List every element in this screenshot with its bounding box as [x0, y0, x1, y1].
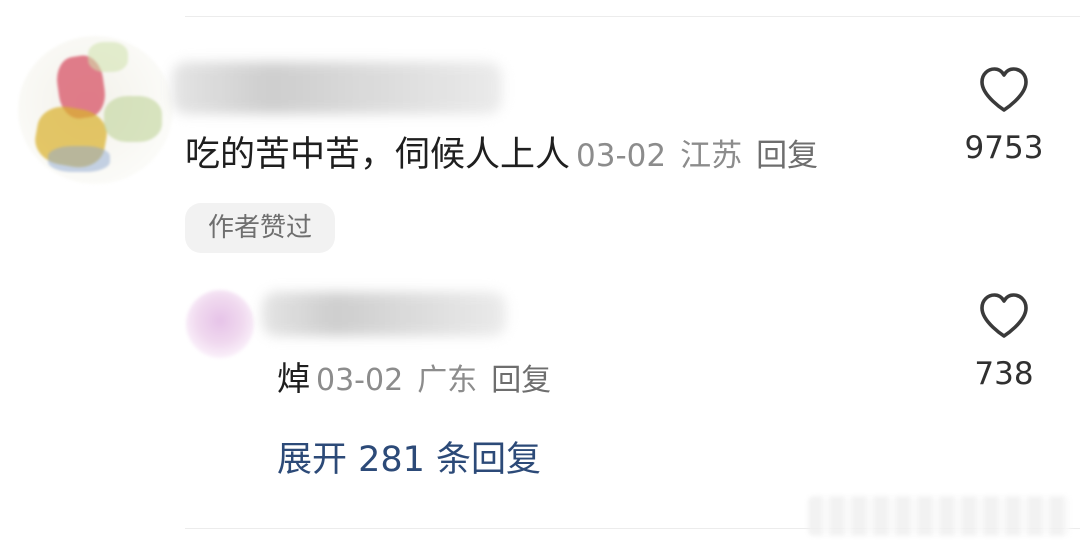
replier-avatar[interactable] [186, 290, 254, 358]
reply-text: 焯 [277, 359, 310, 398]
comment-body[interactable]: 吃的苦中苦，伺候人上人 03-02 江苏 回复 [185, 132, 832, 179]
comment-text: 吃的苦中苦，伺候人上人 [185, 135, 571, 175]
reply-like-count: 738 [974, 356, 1034, 392]
reply-like-button[interactable]: 738 [944, 292, 1064, 394]
reply-meta: 03-02 广东 回复 [316, 363, 565, 398]
comment-date: 03-02 [576, 138, 667, 174]
comment-like-count: 9753 [964, 130, 1044, 166]
commenter-avatar[interactable] [18, 36, 173, 184]
reply-date: 03-02 [316, 363, 404, 398]
replier-name-blurred[interactable] [262, 292, 506, 336]
reply-body[interactable]: 焯 03-02 广东 回复 [277, 356, 565, 404]
top-divider [185, 16, 1080, 17]
comment-location: 江苏 [680, 138, 743, 174]
author-liked-badge: 作者赞过 [185, 203, 335, 253]
comment-like-button[interactable]: 9753 [944, 66, 1064, 168]
comment-meta: 03-02 江苏 回复 [576, 138, 832, 174]
watermark-blurred [808, 496, 1070, 536]
reply-reply-button[interactable]: 回复 [491, 363, 551, 398]
reply-location: 广东 [417, 363, 478, 398]
heart-outline-icon[interactable] [978, 292, 1030, 340]
commenter-name-blurred[interactable] [172, 62, 502, 114]
expand-replies-link[interactable]: 展开 281 条回复 [277, 436, 541, 484]
heart-outline-icon[interactable] [978, 66, 1030, 114]
comment-reply-button[interactable]: 回复 [756, 138, 818, 174]
